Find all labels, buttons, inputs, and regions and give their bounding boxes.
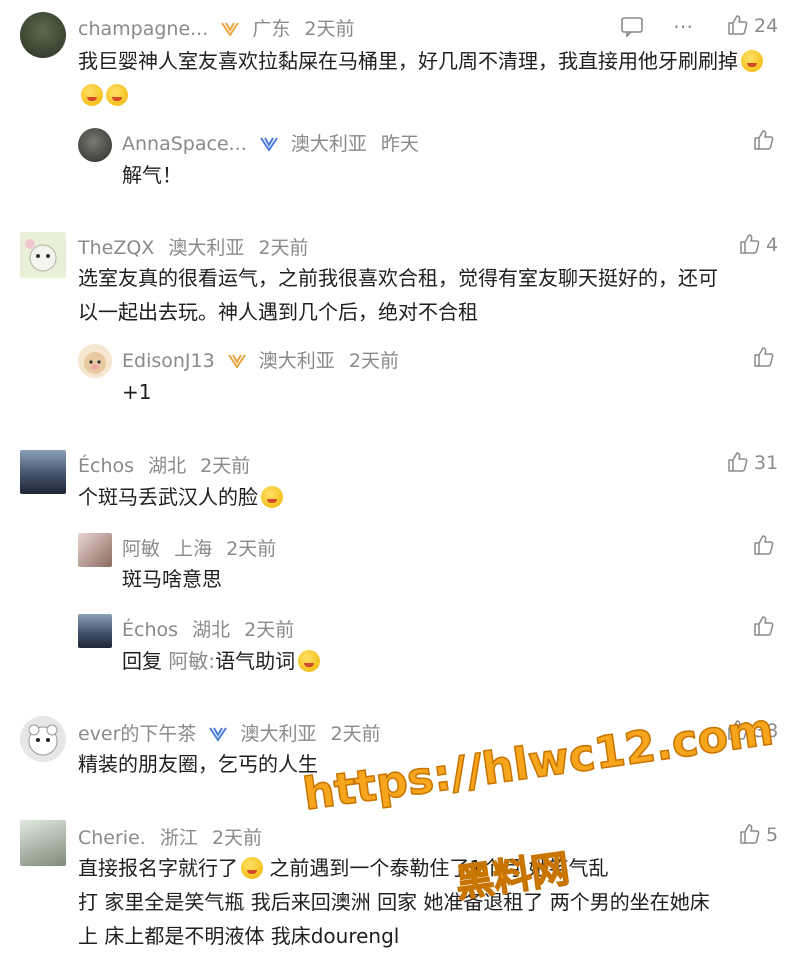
comment-text-line: 以一起出去玩。神人遇到几个后，绝对不合租 [78, 300, 478, 324]
thumbs-up-icon [754, 535, 774, 555]
reply-to-user[interactable]: 阿敏: [168, 649, 215, 673]
timestamp: 2天前 [348, 350, 399, 372]
timestamp: 2天前 [244, 619, 295, 641]
yum-emoji-icon [81, 84, 103, 106]
like-button[interactable] [752, 129, 774, 152]
yum-emoji-icon [106, 84, 128, 106]
username[interactable]: ever的下午茶 [78, 723, 196, 745]
comment-text: 个斑马丢武汉人的脸 [78, 480, 283, 514]
like-button[interactable]: 24 [726, 14, 778, 37]
timestamp: 昨天 [380, 133, 419, 155]
thumbs-up-icon [728, 15, 748, 35]
avatar[interactable] [20, 12, 66, 58]
username[interactable]: Cherie. [78, 827, 146, 849]
avatar[interactable] [78, 614, 112, 648]
comment-text-content: 个斑马丢武汉人的脸 [78, 485, 258, 509]
username[interactable]: EdisonJ13 [122, 350, 215, 372]
location: 澳大利亚 [168, 237, 245, 259]
comment-text-line: 打 家里全是笑气瓶 我后来回澳洲 回家 她准备退租了 两个男的坐在她床 [78, 890, 710, 914]
timestamp: 2天前 [258, 237, 309, 259]
reply-text-content: 语气助词 [215, 649, 296, 673]
like-button[interactable]: 5 [738, 823, 778, 846]
reply-text: +1 [122, 380, 152, 404]
comment-text-part: 直接报名字就行了 [78, 856, 238, 880]
like-button[interactable]: 31 [726, 451, 778, 474]
timestamp: 2天前 [200, 455, 251, 477]
location: 浙江 [159, 827, 198, 849]
timestamp: 2天前 [330, 723, 381, 745]
avatar[interactable] [78, 533, 112, 567]
timestamp: 2天前 [226, 538, 277, 560]
grimace-emoji-icon [241, 857, 263, 879]
comment-text-content: 我巨婴神人室友喜欢拉黏屎在马桶里，好几周不清理，我直接用他牙刷刷掉 [78, 49, 738, 73]
location: 澳大利亚 [240, 723, 317, 745]
location: 湖北 [148, 455, 187, 477]
thumbs-up-icon [754, 130, 774, 150]
like-button[interactable]: 4 [738, 233, 778, 256]
thumbs-up-icon [754, 347, 774, 367]
thumbs-up-icon [740, 234, 760, 254]
reply-text: 解气！ [122, 163, 182, 187]
comment-icon[interactable] [620, 16, 644, 42]
timestamp: 2天前 [304, 18, 355, 40]
like-count: 31 [754, 452, 779, 474]
username[interactable]: Échos [122, 619, 178, 641]
avatar[interactable] [20, 716, 66, 762]
reply-text: 回复 阿敏:语气助词 [122, 644, 321, 678]
like-count: 5 [766, 824, 779, 846]
location: 湖北 [192, 619, 231, 641]
username[interactable]: 阿敏 [122, 538, 160, 560]
avatar[interactable] [78, 344, 112, 378]
sweat-emoji-icon [261, 486, 283, 508]
timestamp: 2天前 [211, 827, 263, 849]
avatar[interactable] [20, 820, 66, 866]
comment-text: 精装的朋友圈，乞丐的人生 [78, 752, 318, 776]
reply-prefix: 回复 [122, 649, 162, 673]
smirk-emoji-icon [298, 650, 321, 672]
comment-text: 我巨婴神人室友喜欢拉黏屎在马桶里，好几周不清理，我直接用他牙刷刷掉 [78, 44, 778, 112]
username[interactable]: AnnaSpace... [122, 133, 247, 155]
reply-text: 斑马啥意思 [122, 567, 222, 591]
username[interactable]: TheZQX [78, 237, 154, 259]
like-button[interactable] [752, 615, 774, 638]
like-count: 4 [766, 234, 779, 256]
vip-badge-icon [220, 20, 240, 37]
vip-badge-icon [208, 725, 228, 742]
avatar[interactable] [20, 232, 66, 278]
location: 广东 [252, 18, 291, 40]
vip-badge-icon [227, 352, 247, 369]
location: 澳大利亚 [290, 133, 367, 155]
location: 上海 [174, 538, 213, 560]
like-button[interactable] [752, 534, 774, 557]
avatar[interactable] [78, 128, 112, 162]
like-button[interactable] [752, 346, 774, 369]
like-count: 24 [754, 15, 779, 37]
comment-text-line: 选室友真的很看运气，之前我很喜欢合租，觉得有室友聊天挺好的，还可 [78, 266, 718, 290]
thumbs-up-icon [754, 616, 774, 636]
yum-emoji-icon [741, 50, 763, 72]
comment-text-part: 之前遇到一个泰勒 [269, 856, 430, 880]
vip-badge-icon [259, 135, 279, 152]
thumbs-up-icon [728, 452, 748, 472]
avatar[interactable] [20, 450, 66, 494]
thumbs-up-icon [740, 824, 760, 844]
comment-text-line: 上 床上都是不明液体 我床dourengl [78, 924, 400, 948]
username[interactable]: champagne... [78, 18, 208, 40]
more-icon[interactable]: ⋯ [673, 14, 693, 38]
username[interactable]: Échos [78, 455, 134, 477]
location: 澳大利亚 [258, 350, 335, 372]
